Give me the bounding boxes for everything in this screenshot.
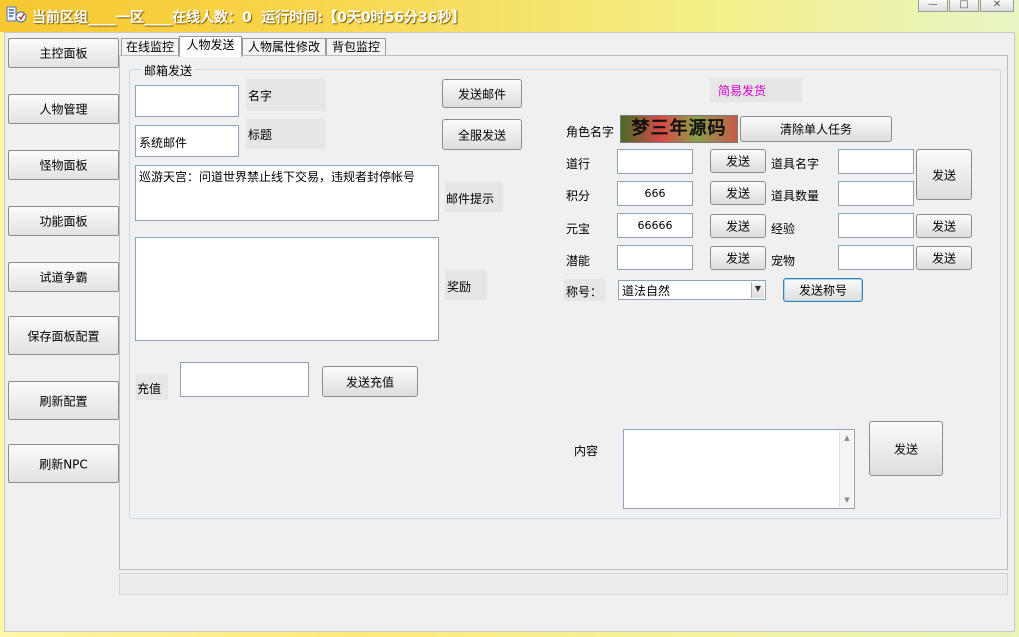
chevron-down-icon[interactable]: ▼ xyxy=(751,282,764,298)
mail-groupbox: 邮箱发送 名字 系统邮件 标题 发送邮件 全服发送 巡游天宫：问道世界禁止线下交… xyxy=(129,62,1001,519)
jifen-input[interactable]: 666 xyxy=(617,181,693,206)
content-label: 内容 xyxy=(574,444,599,458)
minimize-button[interactable]: — xyxy=(918,0,948,12)
send-recharge-button[interactable]: 发送充值 xyxy=(322,366,418,397)
pet-label: 宠物 xyxy=(771,254,796,268)
nav-function-button[interactable]: 功能面板 xyxy=(8,206,119,236)
tab-bag-monitor[interactable]: 背包监控 xyxy=(326,38,386,56)
nav-refresh-npc-button[interactable]: 刷新NPC xyxy=(8,444,119,483)
close-button[interactable]: ✕ xyxy=(980,0,1014,12)
item-name-label: 道具名字 xyxy=(771,157,820,171)
honor-title-select[interactable]: 道法自然 ▼ xyxy=(618,280,766,300)
nav-main-panel-button[interactable]: 主控面板 xyxy=(8,38,119,68)
nav-shidao-button[interactable]: 试道争霸 xyxy=(8,262,119,292)
pet-input[interactable] xyxy=(838,245,914,270)
maximize-button[interactable]: □ xyxy=(949,0,979,12)
mail-group-title: 邮箱发送 xyxy=(142,62,195,79)
nav-refresh-config-button[interactable]: 刷新配置 xyxy=(8,381,119,420)
nav-character-button[interactable]: 人物管理 xyxy=(8,94,119,124)
title-bar: 当前区组____一区____在线人数：0 运行时间:【0天0时56分36秒】 —… xyxy=(0,0,1019,32)
content-textarea[interactable]: ▲ ▼ xyxy=(623,429,855,509)
item-send-button[interactable]: 发送 xyxy=(916,149,972,200)
tab-panel-character-send: 邮箱发送 名字 系统邮件 标题 发送邮件 全服发送 巡游天宫：问道世界禁止线下交… xyxy=(119,55,1008,570)
clear-task-button[interactable]: 清除单人任务 xyxy=(740,116,892,142)
yuanbao-send-button[interactable]: 发送 xyxy=(710,214,766,238)
pet-send-button[interactable]: 发送 xyxy=(916,246,972,270)
tab-attribute-edit[interactable]: 人物属性修改 xyxy=(242,38,326,56)
nav-save-config-button[interactable]: 保存面板配置 xyxy=(8,316,119,355)
brand-banner: 梦三年源码 xyxy=(620,115,738,143)
nav-monster-button[interactable]: 怪物面板 xyxy=(8,150,119,180)
reward-label: 奖励 xyxy=(445,270,487,300)
content-scrollbar[interactable]: ▲ ▼ xyxy=(839,431,853,507)
send-all-button[interactable]: 全服发送 xyxy=(442,119,522,150)
name-label: 名字 xyxy=(246,79,326,111)
app-logo-icon xyxy=(6,6,27,23)
jifen-send-button[interactable]: 发送 xyxy=(710,181,766,205)
daoxing-send-button[interactable]: 发送 xyxy=(710,149,766,173)
item-name-input[interactable] xyxy=(838,149,914,174)
exp-send-button[interactable]: 发送 xyxy=(916,214,972,238)
daoxing-input[interactable] xyxy=(617,149,693,174)
honor-title-label: 称号： xyxy=(564,279,606,301)
item-count-label: 道具数量 xyxy=(771,189,820,203)
send-honor-title-button[interactable]: 发送称号 xyxy=(783,278,863,302)
name-input[interactable] xyxy=(135,85,239,117)
recharge-label: 充值 xyxy=(136,374,168,400)
role-name-label: 角色名字 xyxy=(566,125,615,139)
easy-delivery-title: 简易发货 xyxy=(710,78,802,102)
qianneng-send-button[interactable]: 发送 xyxy=(710,246,766,270)
client-area: 主控面板 人物管理 怪物面板 功能面板 试道争霸 保存面板配置 刷新配置 刷新N… xyxy=(4,32,1015,632)
yuanbao-input[interactable]: 66666 xyxy=(617,213,693,238)
content-send-button[interactable]: 发送 xyxy=(869,421,943,476)
item-count-input[interactable] xyxy=(838,181,914,206)
exp-input[interactable] xyxy=(838,213,914,238)
scroll-up-icon[interactable]: ▲ xyxy=(840,431,854,445)
tab-character-send[interactable]: 人物发送 xyxy=(179,36,242,57)
mail-tip-textarea[interactable]: 巡游天宫：问道世界禁止线下交易，违规者封停帐号 xyxy=(135,165,439,221)
reward-textarea[interactable] xyxy=(135,237,439,341)
title-input[interactable]: 系统邮件 xyxy=(135,125,239,157)
mail-tip-label: 邮件提示 xyxy=(445,182,503,212)
qianneng-label: 潜能 xyxy=(566,254,591,268)
window-title: 当前区组____一区____在线人数：0 运行时间:【0天0时56分36秒】 xyxy=(32,10,466,26)
daoxing-label: 道行 xyxy=(566,157,591,171)
tab-online-monitor[interactable]: 在线监控 xyxy=(121,38,179,56)
qianneng-input[interactable] xyxy=(617,245,693,270)
app-window: 当前区组____一区____在线人数：0 运行时间:【0天0时56分36秒】 —… xyxy=(0,0,1019,637)
title-label: 标题 xyxy=(246,119,326,149)
status-bar xyxy=(119,573,1008,595)
jifen-label: 积分 xyxy=(566,189,591,203)
send-mail-button[interactable]: 发送邮件 xyxy=(442,79,522,108)
recharge-input[interactable] xyxy=(180,362,309,397)
scroll-down-icon[interactable]: ▼ xyxy=(840,493,854,507)
yuanbao-label: 元宝 xyxy=(566,222,591,236)
exp-label: 经验 xyxy=(771,222,796,236)
